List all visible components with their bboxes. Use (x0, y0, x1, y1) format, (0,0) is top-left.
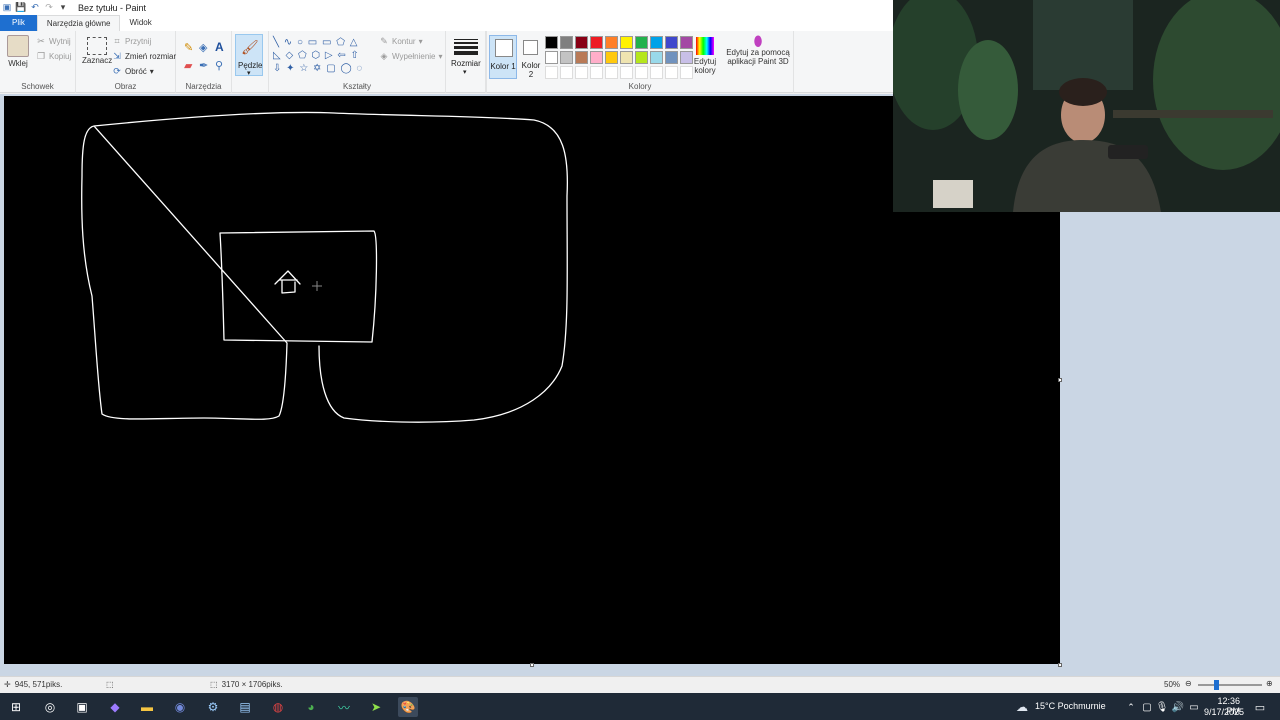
notifications-icon[interactable]: ▭ (1250, 697, 1270, 717)
brush-icon: 🖌 (241, 39, 259, 55)
clock-date[interactable]: 9/17/2025 (1204, 707, 1244, 717)
clipboard-group-label: Schowek (21, 82, 54, 91)
colors-group: Kolory (486, 31, 794, 93)
tools-group-label: Narzędzia (185, 82, 222, 91)
crosshair-icon: ✛ (4, 680, 11, 689)
cursor-position: ✛ 945, 571piks. (4, 680, 63, 689)
zoom-slider-thumb[interactable] (1214, 680, 1219, 690)
chevron-down-icon: ▾ (149, 66, 154, 76)
paint-window: ▣ 💾 ↶ ↷ ▾ Bez tytułu - Paint Plik Narzęd… (0, 0, 1280, 720)
fill-button[interactable]: ◈ Wypełnienie ▾ (379, 51, 443, 61)
network-icon[interactable]: ▭ (1184, 697, 1204, 717)
text-icon[interactable]: A (215, 40, 224, 54)
copy-icon: ❐ (36, 51, 46, 61)
steam-icon[interactable]: ⚙ (203, 697, 223, 717)
colors-group-label: Kolory (628, 82, 652, 91)
tools-group: ✎ ◈ A ▰ ✒ ⚲ Narzędzia (176, 31, 232, 93)
inner-rectangle-stroke (219, 230, 378, 343)
weather-text[interactable]: 15°C Pochmurnie (1035, 701, 1106, 711)
taskbar: ⊞ ◎ ▣ ◆ ▬ ◉ ⚙ ▤ ◍ ◕ 〰 ➤ 🎨 ☁ 15°C Pochmur… (0, 693, 1280, 720)
scissors-icon: ✂ (37, 36, 45, 46)
crosshair-cursor (312, 281, 322, 291)
outer-blob-stroke (81, 111, 569, 423)
webcam-overlay (893, 0, 1280, 212)
task-view-icon[interactable]: ◎ (40, 697, 60, 717)
app-icon[interactable]: 〰 (334, 697, 354, 717)
tab-home[interactable]: Narzędzia główne (36, 15, 121, 31)
terminal-icon[interactable]: ▣ (72, 697, 92, 717)
outline-icon: ✎ (380, 36, 388, 46)
resize-handle-bottom[interactable] (530, 663, 534, 667)
chevron-down-icon: ▾ (247, 70, 251, 77)
cloud-icon: ☁ (1016, 700, 1028, 714)
resize-icon: ⇲ (113, 51, 121, 61)
shapes-gallery[interactable]: ╲ ∿ ○ ▭ ▭ ⬠ △ ◺ ◇ ⬠ ⬡ ▷ ⇦ ⇧ ⇩ ✦ ☆ ✡ ▢ ◯ … (273, 36, 369, 76)
magnifier-icon[interactable]: ⚲ (215, 59, 223, 72)
crop-icon: ⌗ (114, 36, 120, 46)
ribbon: Wklej ✂ Wytnij ❐ Kopiuj Schowek Zaznacz … (0, 31, 893, 93)
store-icon[interactable]: ▤ (235, 697, 255, 717)
eraser-icon[interactable]: ▰ (184, 59, 192, 72)
brushes-button[interactable]: 🖌 Pędzle ▾ (235, 34, 263, 77)
windows-start-icon[interactable]: ⊞ (6, 697, 26, 717)
shapes-group: ╲ ∿ ○ ▭ ▭ ⬠ △ ◺ ◇ ⬠ ⬡ ▷ ⇦ ⇧ ⇩ ✦ ☆ ✡ ▢ ◯ … (268, 31, 446, 93)
canvas-size: ⬚ 3170 × 1706piks. (210, 680, 283, 689)
fill-bucket-icon[interactable]: ◈ (199, 41, 207, 54)
size-group: Rozmiar ▾ (446, 31, 486, 93)
window-title: Bez tytułu - Paint (78, 2, 147, 13)
resize-handle-corner[interactable] (1058, 663, 1062, 667)
select-button[interactable]: Zaznacz (82, 37, 112, 65)
crop-button[interactable]: ⌗ Przytnij (112, 36, 151, 46)
selection-size: ⬚ (106, 680, 114, 689)
resize-handle-right[interactable] (1058, 378, 1062, 382)
chevron-down-icon: ▾ (463, 69, 467, 76)
clipboard-group: Wklej ✂ Wytnij ❐ Kopiuj Schowek (0, 31, 76, 93)
pencil-icon[interactable]: ✎ (184, 41, 193, 54)
zoom-in-icon[interactable]: ⊕ (1266, 679, 1273, 688)
webcam-image (893, 0, 1280, 212)
ribbon-tabs: Plik Narzędzia główne Widok (0, 15, 893, 31)
line-width-icon (452, 39, 480, 55)
rotate-icon: ⟳ (113, 66, 121, 76)
tab-file[interactable]: Plik (0, 15, 37, 31)
shapes-group-label: Kształty (342, 82, 371, 91)
title-bar: ▣ 💾 ↶ ↷ ▾ Bez tytułu - Paint (0, 0, 893, 15)
image-group-label: Obraz (114, 82, 137, 91)
size-button[interactable]: Rozmiar ▾ (451, 37, 481, 77)
chrome-icon[interactable]: ◕ (301, 697, 321, 717)
undo-icon[interactable]: ↶ (30, 2, 40, 13)
paint-taskbar-icon[interactable]: 🎨 (398, 697, 418, 717)
outline-button[interactable]: ✎ Kontur ▾ (379, 36, 423, 46)
clipboard-icon (7, 35, 29, 57)
image-group: Zaznacz ⌗ Przytnij ⇲ Zmień rozmiar ⟳ Obr… (76, 31, 176, 93)
app-arrow-icon[interactable]: ➤ (366, 697, 386, 717)
fill-icon: ◈ (380, 51, 388, 61)
chevron-down-icon: ▾ (438, 51, 443, 61)
obsidian-icon[interactable]: ◆ (105, 697, 125, 717)
paste-button[interactable]: Wklej (7, 35, 29, 68)
chevron-down-icon: ▾ (418, 36, 423, 46)
select-rectangle-icon (87, 37, 108, 55)
rotate-button[interactable]: ⟳ Obróć ▾ (112, 66, 154, 76)
zoom-slider[interactable] (1198, 684, 1262, 686)
discord-icon[interactable]: ◉ (170, 697, 190, 717)
copy-button[interactable]: ❐ Kopiuj (36, 51, 71, 61)
file-explorer-icon[interactable]: ▬ (137, 697, 157, 717)
redo-icon[interactable]: ↷ (44, 2, 54, 13)
cut-button[interactable]: ✂ Wytnij (36, 36, 71, 46)
zoom-level: 50% (1164, 680, 1181, 689)
quick-access-dropdown-icon[interactable]: ▾ (58, 2, 68, 13)
status-bar: ✛ 945, 571piks. ⬚ ⬚ 3170 × 1706piks. 50%… (0, 676, 1280, 693)
color-picker-icon[interactable]: ✒ (199, 59, 208, 72)
save-icon[interactable]: 💾 (15, 2, 26, 13)
tab-view[interactable]: Widok (120, 15, 160, 31)
paint-app-icon: ▣ (2, 2, 12, 12)
selection-icon: ⬚ (106, 680, 114, 689)
canvas-size-icon: ⬚ (210, 680, 218, 689)
obs-icon[interactable]: ◍ (268, 697, 288, 717)
house-icon-drawing (274, 270, 301, 294)
resize-button[interactable]: ⇲ Zmień rozmiar (112, 51, 176, 61)
zoom-out-icon[interactable]: ⊖ (1185, 679, 1192, 688)
